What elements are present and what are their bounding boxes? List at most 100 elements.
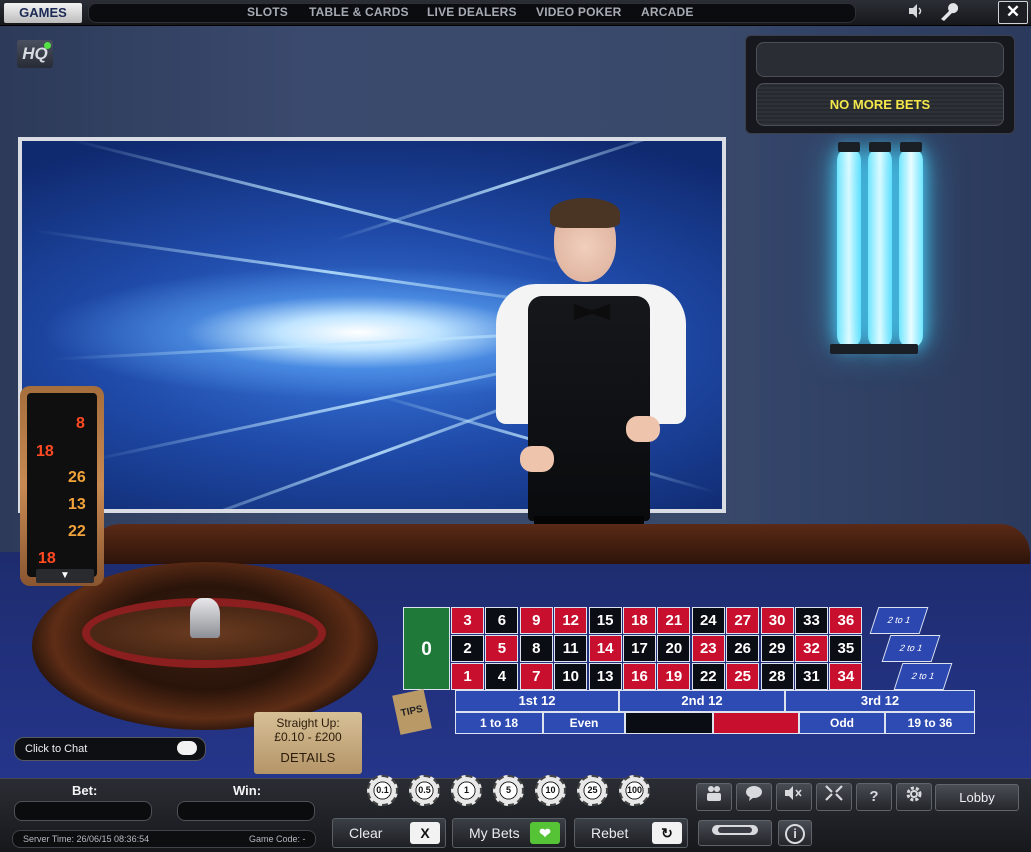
- nav-item-table-cards[interactable]: TABLE & CARDS: [309, 5, 409, 19]
- wrench-icon[interactable]: [937, 3, 959, 23]
- game-code: Game Code: -: [249, 834, 306, 844]
- players-button[interactable]: [696, 783, 732, 811]
- bet-spot-number[interactable]: 34: [829, 663, 863, 690]
- clear-button[interactable]: Clear X: [332, 818, 446, 848]
- bet-spot-number[interactable]: 30: [760, 607, 794, 634]
- fullscreen-icon: [825, 785, 843, 801]
- bet-spot-odd[interactable]: Odd: [799, 712, 885, 734]
- history-expand-button[interactable]: ▼: [36, 569, 94, 583]
- bet-spot-number[interactable]: 12: [554, 607, 588, 634]
- wheel-turret: [190, 598, 220, 638]
- bet-spot-number[interactable]: 10: [554, 663, 588, 690]
- table-view-button[interactable]: [698, 820, 772, 846]
- bet-spot-19-to-36[interactable]: 19 to 36: [885, 712, 975, 734]
- status-message: NO MORE BETS: [756, 83, 1004, 126]
- rebet-icon: ↻: [652, 822, 682, 844]
- bet-spot-number[interactable]: 24: [691, 607, 725, 634]
- bet-spot-number[interactable]: 11: [554, 635, 588, 662]
- bet-spot-column-1[interactable]: 2 to 1: [893, 663, 953, 690]
- bet-spot-number[interactable]: 28: [760, 663, 794, 690]
- bet-spot-number[interactable]: 29: [760, 635, 794, 662]
- bet-spot-number[interactable]: 23: [691, 635, 725, 662]
- bet-spot-number[interactable]: 25: [726, 663, 760, 690]
- live-roulette-window: GAMES SLOTS TABLE & CARDS LIVE DEALERS V…: [0, 0, 1031, 852]
- bet-spot-1-to-18[interactable]: 1 to 18: [455, 712, 543, 734]
- bet-spot-number[interactable]: 1: [451, 663, 484, 690]
- details-button[interactable]: DETAILS: [254, 750, 362, 765]
- bet-spot-number[interactable]: 20: [657, 635, 691, 662]
- bet-spot-number[interactable]: 19: [657, 663, 691, 690]
- bet-spot-number[interactable]: 9: [519, 607, 553, 634]
- bet-spot-column-2[interactable]: 2 to 1: [881, 635, 941, 662]
- bet-spot-number[interactable]: 22: [691, 663, 725, 690]
- nav-item-arcade[interactable]: ARCADE: [641, 5, 694, 19]
- table-layout-icon: [712, 825, 758, 835]
- bet-spot-number[interactable]: 31: [795, 663, 828, 690]
- limit-title: Straight Up:: [276, 716, 340, 730]
- nav-item-video-poker[interactable]: VIDEO POKER: [536, 5, 622, 19]
- settings-button[interactable]: [896, 783, 932, 811]
- table-rail: [90, 524, 1030, 564]
- bet-spot-3rd-dozen[interactable]: 3rd 12: [785, 690, 975, 712]
- status-top-display: [756, 42, 1004, 77]
- chip-0-1[interactable]: 0.1: [367, 775, 398, 806]
- bet-spot-number[interactable]: 14: [588, 635, 622, 662]
- bet-spot-number[interactable]: 7: [519, 663, 553, 690]
- bet-spot-1st-dozen[interactable]: 1st 12: [455, 690, 619, 712]
- bet-spot-number[interactable]: 21: [657, 607, 691, 634]
- bet-amount-field: [14, 801, 152, 821]
- bet-spot-number[interactable]: 26: [726, 635, 760, 662]
- bet-spot-number[interactable]: 13: [588, 663, 622, 690]
- bet-limits-panel[interactable]: Straight Up: £0.10 - £200 DETAILS: [254, 712, 362, 774]
- chip-1[interactable]: 1: [451, 775, 482, 806]
- bet-spot-number[interactable]: 33: [795, 607, 828, 634]
- chat-bubble-icon: [746, 786, 762, 801]
- top-navigation-bar: GAMES SLOTS TABLE & CARDS LIVE DEALERS V…: [0, 0, 1031, 26]
- bet-spot-number[interactable]: 8: [519, 635, 553, 662]
- close-icon: X: [410, 822, 440, 844]
- bet-spot-number[interactable]: 36: [829, 607, 863, 634]
- bet-spot-number[interactable]: 2: [451, 635, 484, 662]
- chat-bubble-icon[interactable]: [177, 741, 197, 755]
- bet-spot-even[interactable]: Even: [543, 712, 625, 734]
- rebet-button[interactable]: Rebet ↻: [574, 818, 688, 848]
- help-button[interactable]: ?: [856, 783, 892, 811]
- bet-spot-number[interactable]: 35: [829, 635, 863, 662]
- bet-spot-column-3[interactable]: 2 to 1: [869, 607, 929, 634]
- speaker-icon[interactable]: [905, 3, 927, 23]
- nav-item-slots[interactable]: SLOTS: [247, 5, 288, 19]
- bet-spot-number[interactable]: 15: [588, 607, 622, 634]
- bet-spot-number[interactable]: 6: [485, 607, 519, 634]
- bet-spot-number[interactable]: 4: [485, 663, 519, 690]
- fullscreen-button[interactable]: [816, 783, 852, 811]
- neon-lamp: [868, 148, 892, 348]
- bet-spot-red[interactable]: [713, 712, 799, 734]
- chat-button[interactable]: [736, 783, 772, 811]
- bet-spot-number[interactable]: 27: [726, 607, 760, 634]
- close-button[interactable]: ✕: [998, 1, 1028, 24]
- chip-100[interactable]: 100: [619, 775, 650, 806]
- rebet-label: Rebet: [591, 825, 629, 841]
- bet-spot-number[interactable]: 16: [623, 663, 656, 690]
- bet-spot-number[interactable]: 17: [623, 635, 656, 662]
- chip-5[interactable]: 5: [493, 775, 524, 806]
- games-button[interactable]: GAMES: [4, 3, 82, 23]
- mute-button[interactable]: [776, 783, 812, 811]
- bet-spot-2nd-dozen[interactable]: 2nd 12: [619, 690, 785, 712]
- my-bets-button[interactable]: My Bets ❤: [452, 818, 566, 848]
- lobby-button[interactable]: Lobby: [935, 784, 1019, 811]
- bet-spot-number[interactable]: 32: [795, 635, 828, 662]
- chip-0-5[interactable]: 0.5: [409, 775, 440, 806]
- info-button[interactable]: i: [778, 820, 812, 846]
- chip-25[interactable]: 25: [577, 775, 608, 806]
- bet-spot-number[interactable]: 3: [451, 607, 484, 634]
- nav-item-live-dealers[interactable]: LIVE DEALERS: [427, 5, 517, 19]
- quality-indicator-icon: [44, 42, 51, 49]
- bet-spot-black[interactable]: [625, 712, 713, 734]
- history-result: 18: [38, 550, 56, 567]
- chip-10[interactable]: 10: [535, 775, 566, 806]
- bet-spot-number[interactable]: 5: [485, 635, 519, 662]
- bet-spot-number[interactable]: 18: [623, 607, 656, 634]
- status-panel: NO MORE BETS: [745, 35, 1015, 134]
- bet-spot-zero[interactable]: 0: [403, 607, 450, 690]
